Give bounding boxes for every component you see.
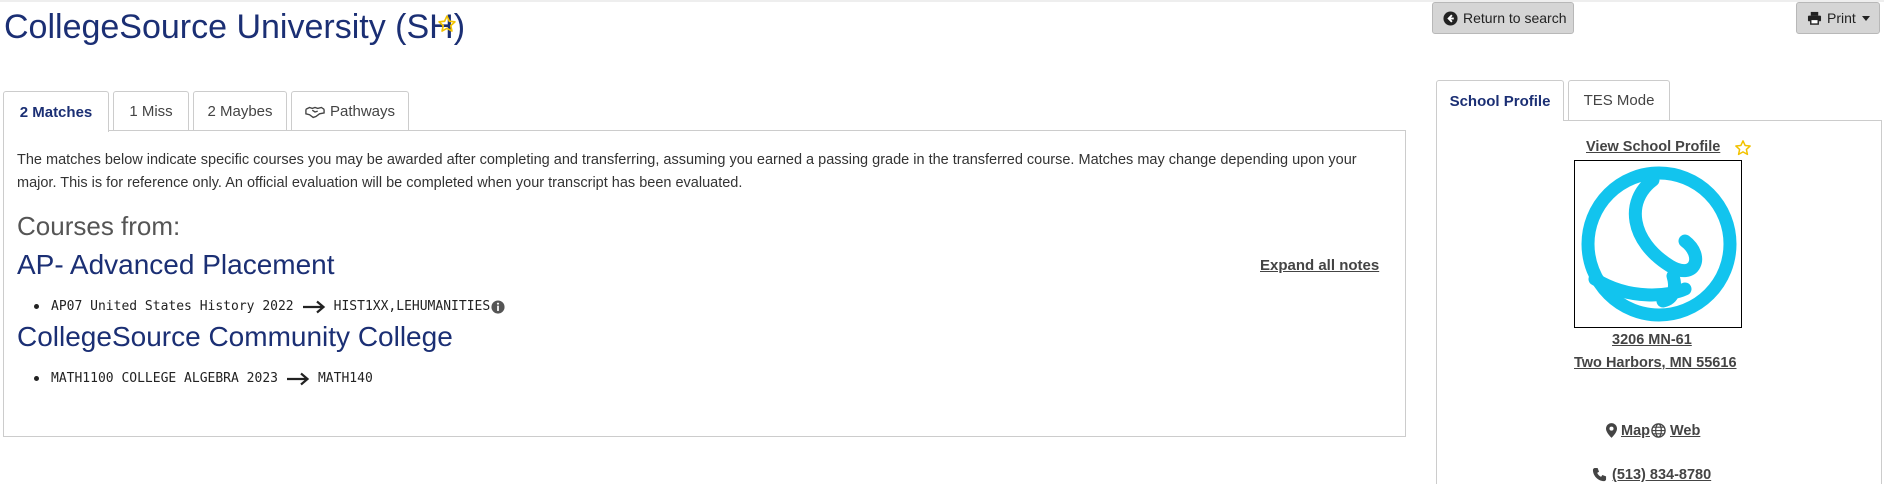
phone-icon <box>1592 467 1607 482</box>
top-divider <box>0 0 1884 2</box>
tab-miss-label: 1 Miss <box>129 103 173 120</box>
school-heading-community-college: CollegeSource Community College <box>17 321 453 352</box>
return-to-search-button[interactable]: Return to search <box>1432 2 1574 34</box>
tab-matches-label: 2 Matches <box>19 103 93 121</box>
return-to-search-label: Return to search <box>1463 10 1567 26</box>
tab-pathways[interactable]: Pathways <box>291 91 409 131</box>
tab-maybes[interactable]: 2 Maybes <box>193 91 287 131</box>
expand-all-notes-link[interactable]: Expand all notes <box>1260 257 1379 274</box>
matches-description: The matches below indicate specific cour… <box>17 152 1357 191</box>
globe-icon <box>1651 423 1666 438</box>
matches-panel: The matches below indicate specific cour… <box>3 130 1406 437</box>
tab-tes-mode-label: TES Mode <box>1583 92 1655 109</box>
tab-pathways-label: Pathways <box>329 103 396 120</box>
page: CollegeSource University (SH) Return to … <box>0 0 1884 484</box>
tab-matches[interactable]: 2 Matches <box>3 91 109 132</box>
tab-maybes-label: 2 Maybes <box>207 103 273 120</box>
collegesource-logo-icon <box>1581 166 1737 322</box>
info-icon[interactable] <box>491 299 505 314</box>
print-label: Print <box>1827 10 1856 26</box>
tab-tes-mode[interactable]: TES Mode <box>1568 80 1670 120</box>
print-dropdown-button[interactable]: Print <box>1796 2 1880 34</box>
page-title: CollegeSource University (SH) <box>4 8 466 46</box>
courses-from-heading: Courses from: <box>17 211 181 241</box>
school-heading-ap: AP- Advanced Placement <box>17 249 335 280</box>
bullet <box>34 376 39 381</box>
tab-school-profile[interactable]: School Profile <box>1436 80 1564 121</box>
view-school-profile-link[interactable]: View School Profile <box>1586 139 1720 155</box>
match-target-course: HIST1XX,LEHUMANITIES <box>333 299 491 314</box>
address-line-1[interactable]: 3206 MN-61 <box>1612 332 1692 348</box>
school-logo <box>1574 160 1742 328</box>
match-target-course: MATH140 <box>317 371 373 386</box>
arrow-right-icon <box>286 372 310 385</box>
favorite-star-icon[interactable] <box>1734 139 1752 157</box>
printer-icon <box>1807 11 1822 25</box>
match-source-course: AP07 United States History 2022 <box>51 299 294 314</box>
web-link[interactable]: Web <box>1670 423 1700 439</box>
favorite-star-icon[interactable] <box>437 14 457 34</box>
bullet <box>34 304 39 309</box>
map-marker-icon <box>1606 423 1617 438</box>
tab-school-profile-label: School Profile <box>1449 92 1551 110</box>
match-row: MATH1100 COLLEGE ALGEBRA 2023 MATH140 <box>34 371 373 386</box>
match-row: AP07 United States History 2022 HIST1XX,… <box>34 299 505 314</box>
address-line-2[interactable]: Two Harbors, MN 55616 <box>1574 355 1737 371</box>
arrow-right-icon <box>302 300 325 313</box>
map-link[interactable]: Map <box>1621 423 1650 439</box>
handshake-icon <box>305 106 325 118</box>
tab-miss[interactable]: 1 Miss <box>113 91 189 131</box>
phone-link[interactable]: (513) 834-8780 <box>1612 467 1711 483</box>
match-source-course: MATH1100 COLLEGE ALGEBRA 2023 <box>51 371 278 386</box>
arrow-circle-left-icon <box>1443 10 1458 26</box>
caret-down-icon <box>1861 15 1870 21</box>
